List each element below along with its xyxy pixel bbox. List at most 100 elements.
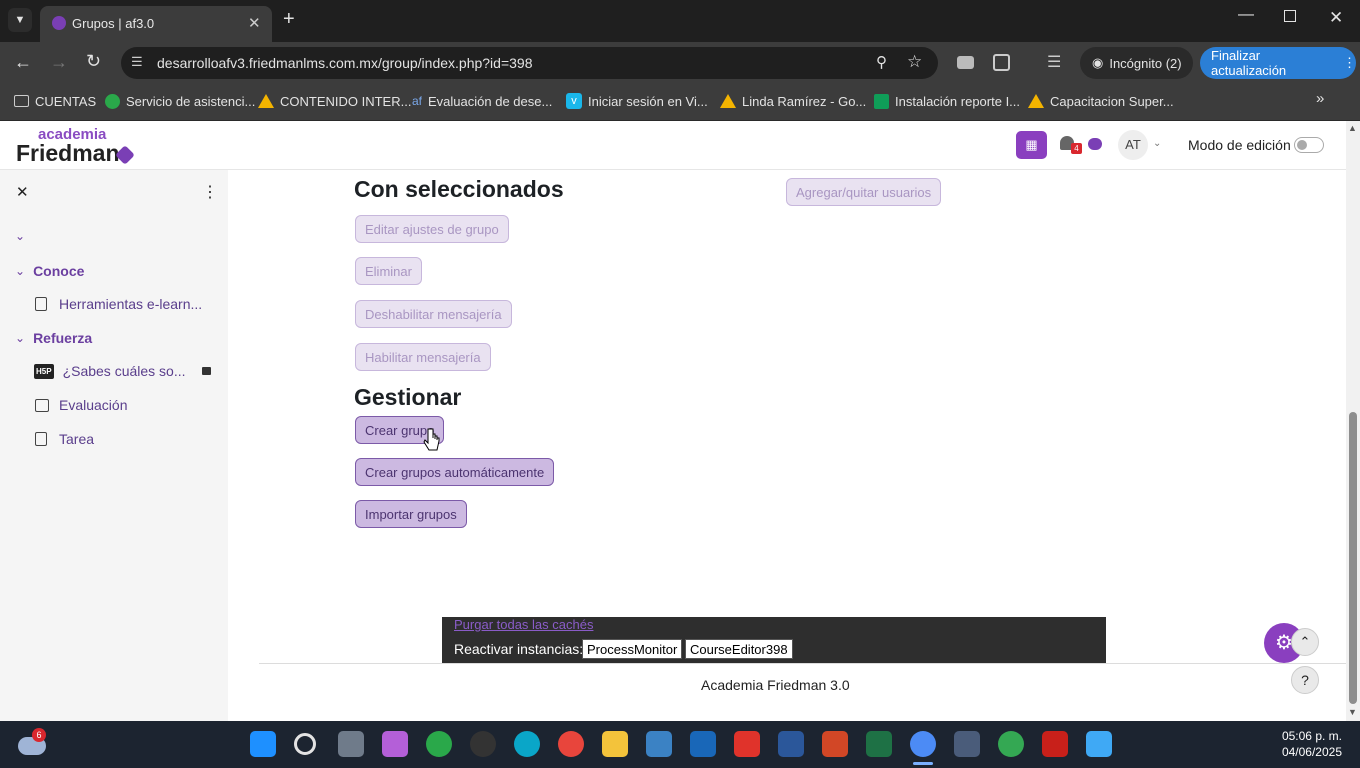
outlook-icon[interactable] bbox=[690, 731, 716, 757]
delete-button[interactable]: Eliminar bbox=[355, 257, 422, 285]
help-button[interactable]: ? bbox=[1291, 666, 1319, 694]
toggle-knob bbox=[1297, 140, 1307, 150]
snipping-tool-icon[interactable] bbox=[954, 731, 980, 757]
anydesk-icon[interactable] bbox=[734, 731, 760, 757]
powerpoint-icon[interactable] bbox=[822, 731, 848, 757]
back-icon[interactable]: ← bbox=[14, 52, 32, 73]
forward-icon[interactable]: → bbox=[50, 52, 68, 73]
enable-messaging-button[interactable]: Habilitar mensajería bbox=[355, 343, 491, 371]
site-logo[interactable]: academia Friedman bbox=[16, 126, 136, 166]
collapse-all-icon[interactable]: ⌄ bbox=[15, 229, 25, 243]
browser-tab[interactable]: Grupos | af3.0 ✕ bbox=[40, 6, 272, 42]
footer-divider bbox=[259, 663, 1346, 664]
add-remove-users-button[interactable]: Agregar/quitar usuarios bbox=[786, 178, 942, 206]
edit-mode-label: Modo de edición bbox=[1188, 137, 1291, 153]
with-selected-heading: Con seleccionados bbox=[354, 176, 564, 202]
minimize-button[interactable]: — bbox=[1238, 6, 1254, 24]
purge-caches-link[interactable]: Purgar todas las cachés bbox=[454, 617, 593, 632]
bookmark-item[interactable]: Servicio de asistenci... bbox=[105, 92, 255, 110]
sidebar-item-herramientas[interactable]: Herramientas e-learn... bbox=[35, 296, 202, 312]
scroll-up-arrow-icon[interactable]: ▲ bbox=[1348, 123, 1357, 133]
bookmark-item[interactable]: Instalación reporte I... bbox=[874, 92, 1020, 110]
section-refuerza[interactable]: ⌄ Refuerza bbox=[15, 330, 92, 346]
edit-group-settings-button[interactable]: Editar ajustes de grupo bbox=[355, 215, 509, 243]
bookmark-item[interactable]: Linda Ramírez - Go... bbox=[720, 92, 866, 110]
store-icon[interactable] bbox=[646, 731, 672, 757]
url-text: desarrolloafv3.friedmanlms.com.mx/group/… bbox=[157, 55, 533, 71]
af-icon: af bbox=[412, 94, 423, 108]
scrollbar-thumb[interactable] bbox=[1349, 412, 1357, 704]
task-view-icon[interactable] bbox=[338, 731, 364, 757]
camera-icon[interactable] bbox=[957, 56, 974, 69]
section-conoce[interactable]: ⌄ Conoce bbox=[15, 263, 84, 279]
drive-icon bbox=[258, 94, 274, 108]
drive-icon bbox=[1028, 94, 1044, 108]
clock-date[interactable]: 04/06/2025 bbox=[1272, 745, 1342, 759]
incognito-icon: ◉ bbox=[1092, 55, 1104, 70]
user-menu-chevron-icon[interactable]: ⌄ bbox=[1153, 138, 1161, 149]
star-icon[interactable]: ☆ bbox=[907, 52, 922, 72]
bookmark-item[interactable]: v Iniciar sesión en Vi... bbox=[566, 92, 708, 110]
chevron-down-icon: ⌄ bbox=[15, 264, 26, 278]
app-icon[interactable] bbox=[426, 731, 452, 757]
chat-icon[interactable] bbox=[1088, 138, 1102, 150]
more-bookmarks-icon[interactable]: » bbox=[1316, 90, 1324, 107]
drawer-menu-icon[interactable]: ⋮ bbox=[202, 182, 218, 202]
edit-mode-toggle[interactable] bbox=[1294, 137, 1324, 153]
obs-icon[interactable] bbox=[470, 731, 496, 757]
avatar[interactable]: AT bbox=[1118, 130, 1148, 160]
new-tab-button[interactable]: + bbox=[283, 8, 295, 30]
search-icon[interactable]: ⚲ bbox=[876, 53, 887, 71]
chrome-icon[interactable] bbox=[558, 731, 584, 757]
edge-icon[interactable] bbox=[514, 731, 540, 757]
bookmark-item[interactable]: Capacitacion Super... bbox=[1028, 92, 1174, 110]
chevron-down-icon: ⌄ bbox=[15, 331, 26, 345]
incognito-button[interactable]: ◉ Incógnito (2) bbox=[1080, 47, 1193, 79]
page-icon bbox=[35, 297, 47, 311]
chrome-active-icon[interactable] bbox=[910, 731, 936, 757]
paint-icon[interactable] bbox=[1086, 731, 1112, 757]
update-label: Finalizar actualización bbox=[1211, 48, 1287, 78]
bookmark-item[interactable]: CONTENIDO INTER... bbox=[258, 92, 411, 110]
disable-messaging-button[interactable]: Deshabilitar mensajería bbox=[355, 300, 512, 328]
logo-bottom: Friedman bbox=[16, 140, 120, 166]
clock-time[interactable]: 05:06 p. m. bbox=[1272, 729, 1342, 743]
folder-icon bbox=[14, 95, 29, 107]
acrobat-icon[interactable] bbox=[1042, 731, 1068, 757]
auto-create-groups-button[interactable]: Crear grupos automáticamente bbox=[355, 458, 555, 486]
close-drawer-icon[interactable]: ✕ bbox=[16, 183, 29, 201]
taskbar bbox=[0, 721, 1360, 768]
instance-button[interactable]: ProcessMonitor bbox=[582, 639, 683, 659]
extensions-icon[interactable] bbox=[993, 54, 1010, 71]
excel-icon[interactable] bbox=[866, 731, 892, 757]
scroll-down-arrow-icon[interactable]: ▼ bbox=[1348, 707, 1357, 717]
sidebar-item-tarea[interactable]: Tarea bbox=[35, 431, 94, 447]
assignment-icon bbox=[35, 432, 47, 446]
app-grid-button[interactable]: ▦ bbox=[1016, 131, 1047, 159]
bookmark-item[interactable]: af Evaluación de dese... bbox=[412, 92, 552, 110]
close-window-button[interactable]: ✕ bbox=[1329, 8, 1343, 28]
copilot-icon[interactable] bbox=[382, 731, 408, 757]
site-info-icon[interactable]: ☰ bbox=[131, 54, 143, 70]
file-explorer-icon[interactable] bbox=[602, 731, 628, 757]
sidebar-item-evaluacion[interactable]: Evaluación bbox=[35, 397, 128, 413]
incognito-label: Incógnito (2) bbox=[1109, 55, 1182, 71]
word-icon[interactable] bbox=[778, 731, 804, 757]
chrome-profile-icon[interactable] bbox=[998, 731, 1024, 757]
bookmark-item[interactable]: CUENTAS bbox=[14, 92, 96, 110]
import-groups-button[interactable]: Importar grupos bbox=[355, 500, 467, 528]
address-bar[interactable]: ☰ desarrolloafv3.friedmanlms.com.mx/grou… bbox=[121, 47, 938, 79]
close-tab-icon[interactable]: ✕ bbox=[248, 14, 261, 32]
restore-button[interactable] bbox=[1284, 10, 1296, 22]
reload-icon[interactable]: ↻ bbox=[86, 51, 101, 72]
tab-search-button[interactable]: ▼ bbox=[8, 8, 32, 32]
scroll-top-button[interactable]: ⌃ bbox=[1291, 628, 1319, 656]
sidebar-item-h5p[interactable]: H5P ¿Sabes cuáles so... bbox=[34, 363, 211, 379]
instance-button[interactable]: CourseEditor398 bbox=[685, 639, 793, 659]
favicon-icon bbox=[52, 16, 66, 30]
drive-icon bbox=[720, 94, 736, 108]
media-icon[interactable]: ☰ bbox=[1047, 52, 1061, 72]
search-taskbar-icon[interactable] bbox=[294, 733, 316, 755]
update-button[interactable]: Finalizar actualización ⋮ bbox=[1200, 47, 1356, 79]
start-icon[interactable] bbox=[250, 731, 276, 757]
